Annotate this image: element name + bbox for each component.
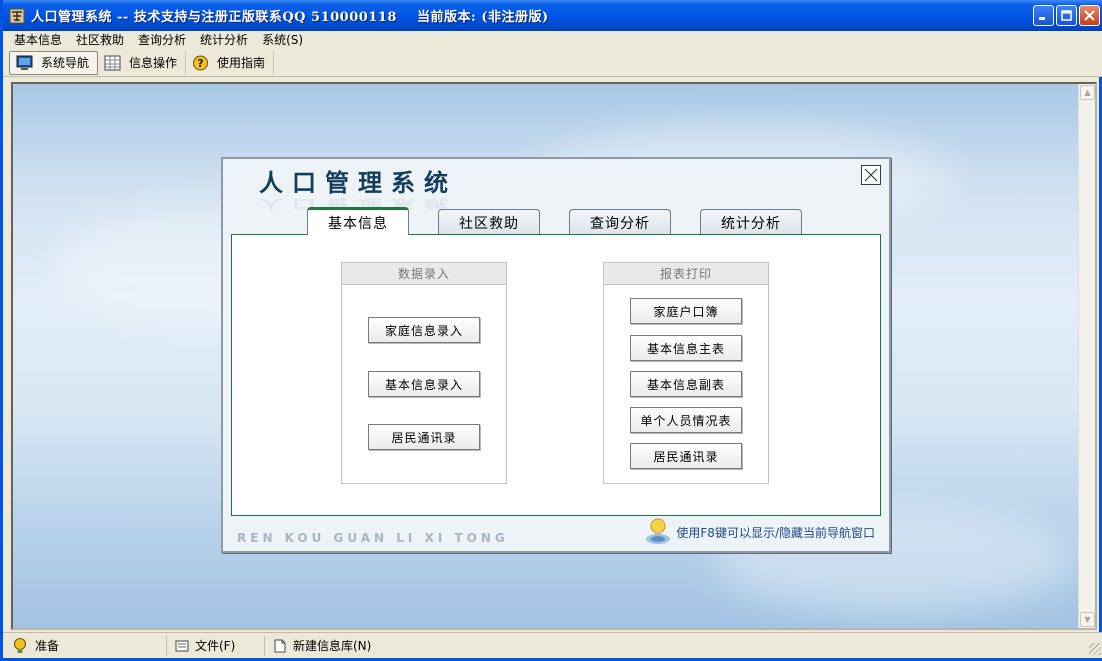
- individual-report-button[interactable]: 单个人员情况表: [630, 407, 742, 433]
- report-print-header: 报表打印: [604, 263, 768, 285]
- monitor-icon: [16, 55, 33, 70]
- basic-info-sub-table-button[interactable]: 基本信息副表: [630, 371, 742, 397]
- app-window: 人口管理系统 -- 技术支持与注册正版联系QQ 510000118 当前版本: …: [0, 0, 1102, 661]
- vertical-scrollbar[interactable]: ▲ ▼: [1078, 84, 1095, 628]
- status-pane-state: 准备: [3, 635, 167, 656]
- tab-community-aid[interactable]: 社区救助: [438, 209, 540, 235]
- status-text: 准备: [35, 639, 60, 653]
- close-button[interactable]: [1079, 5, 1100, 26]
- scroll-down-button[interactable]: ▼: [1080, 612, 1095, 627]
- maximize-button[interactable]: [1056, 5, 1077, 26]
- menu-community-aid[interactable]: 社区救助: [69, 31, 131, 49]
- report-print-group: 报表打印 家庭户口簿 基本信息主表 基本信息副表 单个人员情况表 居民通讯录: [603, 262, 769, 484]
- close-icon: [864, 168, 878, 182]
- f8-hint-text: 使用F8键可以显示/隐藏当前导航窗口: [676, 525, 875, 540]
- close-icon: [1084, 10, 1095, 21]
- help-icon: ?: [193, 55, 209, 70]
- menu-bar: 基本信息 社区救助 查询分析 统计分析 系统(S): [3, 31, 1102, 49]
- menu-statistics[interactable]: 统计分析: [193, 31, 255, 49]
- app-icon: [9, 8, 25, 23]
- minimize-button[interactable]: [1033, 5, 1054, 26]
- pinyin-footer: REN KOU GUAN LI XI TONG: [237, 531, 509, 545]
- basic-info-entry-button[interactable]: 基本信息录入: [368, 371, 480, 397]
- panel-title: 人口管理系统: [259, 168, 457, 197]
- tab-strip: 基本信息 社区救助 查询分析 统计分析: [307, 207, 802, 235]
- household-register-button[interactable]: 家庭户口簿: [630, 298, 742, 324]
- maximize-icon: [1061, 10, 1072, 21]
- title-bar[interactable]: 人口管理系统 -- 技术支持与注册正版联系QQ 510000118 当前版本: …: [3, 0, 1102, 31]
- grid-icon: [104, 55, 121, 70]
- status-new-db-label: 新建信息库(N): [293, 639, 372, 653]
- info-ops-button[interactable]: 信息操作: [98, 50, 187, 75]
- status-file-label: 文件(F): [195, 639, 236, 653]
- system-nav-label: 系统导航: [41, 56, 90, 70]
- status-pane-new-db[interactable]: 新建信息库(N): [265, 636, 425, 656]
- svg-text:?: ?: [197, 57, 203, 70]
- system-nav-button[interactable]: 系统导航: [9, 50, 99, 75]
- info-ops-label: 信息操作: [129, 56, 178, 70]
- panel-close-button[interactable]: [861, 165, 881, 185]
- resident-contacts-button[interactable]: 居民通讯录: [368, 424, 480, 450]
- tab-query-analysis[interactable]: 查询分析: [569, 209, 671, 235]
- client-area: ▲ ▼ 人口管理系统 人口管理系统 基本信息 社区救助 查询分析 统计分析 数据…: [11, 82, 1097, 630]
- window-controls: [1033, 5, 1100, 26]
- user-guide-label: 使用指南: [217, 56, 266, 70]
- lightbulb-icon: [646, 518, 671, 544]
- tab-basic-info[interactable]: 基本信息: [307, 207, 409, 235]
- status-pane-file[interactable]: 文件(F): [167, 635, 265, 656]
- family-info-entry-button[interactable]: 家庭信息录入: [368, 317, 480, 343]
- scroll-up-button[interactable]: ▲: [1080, 85, 1095, 100]
- lightbulb-icon: [14, 637, 26, 653]
- document-icon: [274, 639, 286, 652]
- minimize-icon: [1039, 17, 1045, 20]
- f8-hint: 使用F8键可以显示/隐藏当前导航窗口: [644, 517, 875, 547]
- basic-info-main-table-button[interactable]: 基本信息主表: [630, 335, 742, 361]
- keyboard-icon: [175, 640, 189, 651]
- window-title: 人口管理系统 -- 技术支持与注册正版联系QQ 510000118 当前版本: …: [31, 10, 549, 25]
- status-bar: 准备 文件(F) 新建信息库(N): [3, 632, 1102, 658]
- menu-system[interactable]: 系统(S): [255, 31, 310, 49]
- menu-query-analysis[interactable]: 查询分析: [131, 31, 193, 49]
- data-entry-header: 数据录入: [342, 263, 506, 285]
- user-guide-button[interactable]: ? 使用指南: [186, 50, 275, 75]
- resident-contacts-print-button[interactable]: 居民通讯录: [630, 443, 742, 469]
- navigation-panel: 人口管理系统 人口管理系统 基本信息 社区救助 查询分析 统计分析 数据录入 家…: [221, 157, 891, 553]
- menu-basic-info[interactable]: 基本信息: [7, 31, 69, 49]
- tab-panel-basic-info: 数据录入 家庭信息录入 基本信息录入 居民通讯录 报表打印 家庭户口簿 基本信息…: [231, 234, 881, 516]
- tab-statistics[interactable]: 统计分析: [700, 209, 802, 235]
- resize-grip-icon[interactable]: [1089, 643, 1101, 655]
- data-entry-group: 数据录入 家庭信息录入 基本信息录入 居民通讯录: [341, 262, 507, 484]
- toolbar: 系统导航 信息操作 ? 使用指南: [3, 49, 1102, 77]
